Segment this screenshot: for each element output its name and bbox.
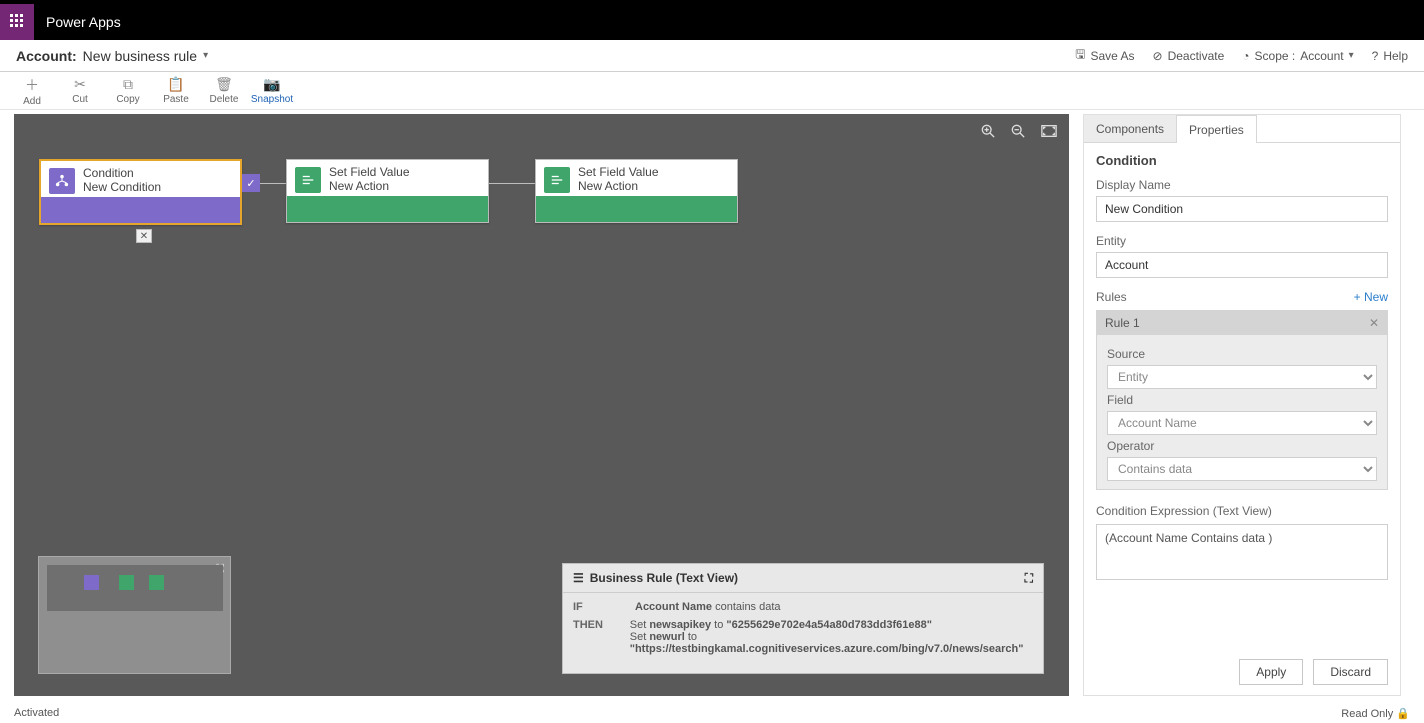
node-footer	[287, 196, 488, 222]
chevron-down-icon: ▾	[1349, 50, 1354, 61]
entity-label: Entity	[1096, 234, 1388, 248]
camera-icon: 📷	[248, 76, 296, 93]
paste-icon: 📋	[152, 76, 200, 93]
expression-view: (Account Name Contains data )	[1096, 524, 1388, 580]
tab-properties[interactable]: Properties	[1176, 115, 1257, 143]
help-button[interactable]: ? Help	[1372, 49, 1408, 63]
status-bar: Activated Read Only 🔒	[0, 703, 1424, 723]
display-name-label: Display Name	[1096, 178, 1388, 192]
then-actions: Set newsapikey to "6255629e702e4a54a80d7…	[630, 619, 1033, 655]
deactivate-label: Deactivate	[1168, 49, 1225, 63]
text-view-icon: ☰	[573, 571, 584, 585]
copy-button[interactable]: ⧉Copy	[104, 76, 152, 105]
false-branch-connector[interactable]: ✕	[136, 229, 152, 243]
connector-line	[489, 183, 535, 184]
rule-name: New business rule	[83, 48, 197, 64]
expression-label: Condition Expression (Text View)	[1096, 504, 1388, 518]
chevron-down-icon: ▾	[203, 50, 208, 61]
entity-bar: Account: New business rule ▾ 🖫 Save As ⊘…	[0, 40, 1424, 72]
delete-icon: 🗑	[200, 76, 248, 93]
source-label: Source	[1107, 347, 1377, 361]
canvas[interactable]: Condition New Condition ✓ Set Field Valu…	[14, 114, 1069, 696]
app-header: Power Apps	[0, 0, 1424, 40]
properties-panel: Components Properties Condition Display …	[1083, 114, 1401, 696]
help-icon: ?	[1372, 49, 1379, 63]
toolbar: ＋Add ✂Cut ⧉Copy 📋Paste 🗑Delete 📷Snapshot	[0, 72, 1424, 110]
operator-label: Operator	[1107, 439, 1377, 453]
cut-button[interactable]: ✂Cut	[56, 76, 104, 105]
snapshot-button[interactable]: 📷Snapshot	[248, 76, 296, 105]
status-right: Read Only 🔒	[1341, 707, 1410, 720]
minimap-node	[84, 575, 99, 590]
condition-icon	[49, 168, 75, 194]
deactivate-icon: ⊘	[1153, 49, 1163, 63]
app-title: Power Apps	[46, 14, 121, 30]
node-title: Set Field Value	[329, 166, 410, 180]
waffle-icon	[10, 14, 24, 31]
close-icon[interactable]: ✕	[1369, 316, 1379, 330]
cut-icon: ✂	[56, 76, 104, 93]
if-condition: Account Name contains data	[635, 601, 781, 613]
apply-button[interactable]: Apply	[1239, 659, 1303, 685]
paste-button[interactable]: 📋Paste	[152, 76, 200, 105]
action-node-2[interactable]: Set Field Value New Action	[535, 159, 738, 223]
action-node-1[interactable]: Set Field Value New Action	[286, 159, 489, 223]
zoom-in-button[interactable]	[981, 124, 995, 141]
node-footer	[41, 197, 240, 223]
fit-screen-button[interactable]	[1041, 124, 1057, 141]
if-label: IF	[573, 601, 613, 613]
connector-line	[260, 183, 286, 184]
save-as-label: Save As	[1090, 49, 1134, 63]
field-label: Field	[1107, 393, 1377, 407]
save-as-button[interactable]: 🖫 Save As	[1075, 45, 1134, 66]
rule-title: Rule 1	[1105, 316, 1140, 330]
rule-name-dropdown[interactable]: Account: New business rule ▾	[16, 48, 208, 64]
field-select[interactable]: Account Name	[1107, 411, 1377, 435]
tab-components[interactable]: Components	[1084, 115, 1176, 142]
node-subtitle: New Action	[578, 180, 659, 194]
node-footer	[536, 196, 737, 222]
rules-label: Rules	[1096, 290, 1127, 304]
save-icon: 🖫	[1075, 45, 1085, 66]
entity-prefix: Account:	[16, 48, 77, 64]
node-subtitle: New Action	[329, 180, 410, 194]
zoom-out-button[interactable]	[1011, 124, 1025, 141]
scope-value: Account	[1300, 49, 1343, 63]
copy-icon: ⧉	[104, 76, 152, 93]
expand-icon[interactable]: ⛶	[1025, 571, 1033, 586]
minimap-viewport[interactable]	[47, 565, 223, 611]
scope-label: Scope :	[1255, 49, 1296, 63]
then-label: THEN	[573, 619, 608, 655]
set-field-icon	[295, 167, 321, 193]
status-left: Activated	[14, 707, 59, 719]
add-button[interactable]: ＋Add	[8, 75, 56, 107]
rule-box: Rule 1 ✕ Source Entity Field Account Nam…	[1096, 310, 1388, 490]
business-rule-text-view: ☰ Business Rule (Text View) ⛶ IF Account …	[562, 563, 1044, 674]
scope-icon: ◔	[1242, 49, 1249, 63]
deactivate-button[interactable]: ⊘ Deactivate	[1153, 49, 1225, 63]
plus-icon: ＋	[8, 75, 56, 95]
text-view-title: Business Rule (Text View)	[590, 571, 738, 585]
minimap-node	[149, 575, 164, 590]
node-title: Set Field Value	[578, 166, 659, 180]
true-branch-connector[interactable]: ✓	[242, 174, 260, 192]
source-select[interactable]: Entity	[1107, 365, 1377, 389]
minimap[interactable]: ⛶	[38, 556, 231, 674]
condition-node[interactable]: Condition New Condition	[39, 159, 242, 225]
new-rule-button[interactable]: + New	[1354, 290, 1388, 304]
section-title: Condition	[1096, 153, 1388, 168]
node-subtitle: New Condition	[83, 181, 161, 195]
set-field-icon	[544, 167, 570, 193]
node-title: Condition	[83, 167, 161, 181]
scope-dropdown[interactable]: ◔ Scope : Account ▾	[1242, 49, 1353, 63]
operator-select[interactable]: Contains data	[1107, 457, 1377, 481]
display-name-input[interactable]	[1096, 196, 1388, 222]
minimap-node	[119, 575, 134, 590]
entity-input[interactable]	[1096, 252, 1388, 278]
delete-button[interactable]: 🗑Delete	[200, 76, 248, 105]
help-label: Help	[1383, 49, 1408, 63]
discard-button[interactable]: Discard	[1313, 659, 1388, 685]
app-launcher-button[interactable]	[0, 4, 34, 40]
